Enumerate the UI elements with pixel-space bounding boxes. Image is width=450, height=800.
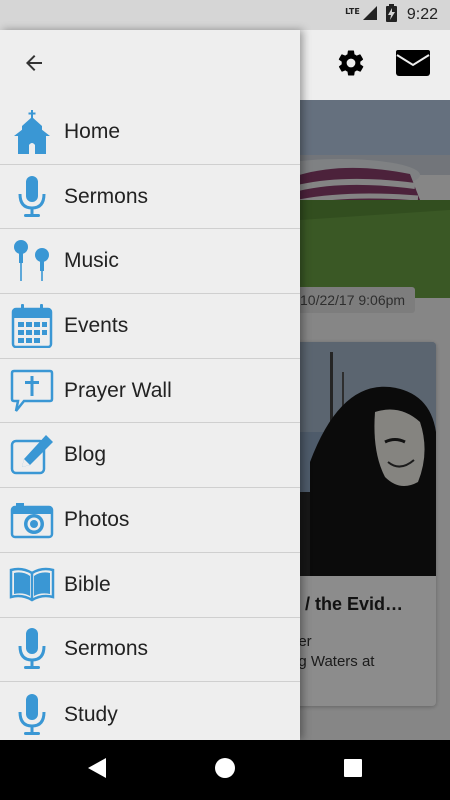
calendar-icon — [0, 294, 64, 358]
menu-item-music[interactable]: Music — [0, 229, 300, 295]
microphone-icon — [0, 683, 64, 740]
menu-item-photos[interactable]: Photos — [0, 488, 300, 553]
navigation-drawer: Home Sermons Music Events Prayer Wall Bl… — [0, 30, 300, 740]
nav-back-button[interactable] — [82, 755, 112, 785]
menu-item-sermons[interactable]: Sermons — [0, 164, 300, 230]
mail-button[interactable] — [396, 50, 430, 80]
arrow-left-icon — [22, 51, 46, 79]
edit-icon — [0, 423, 64, 487]
open-book-icon — [0, 553, 64, 617]
menu-item-label: Events — [64, 313, 129, 337]
menu-item-blog[interactable]: Blog — [0, 423, 300, 489]
menu-item-label: Sermons — [64, 184, 149, 208]
menu-item-label: Prayer Wall — [64, 378, 172, 402]
menu-item-label: Music — [64, 249, 119, 273]
menu-item-label: Blog — [64, 443, 107, 467]
system-nav-bar — [0, 740, 450, 800]
home-circle-icon — [214, 757, 236, 783]
microphone-icon — [0, 617, 64, 681]
menu-item-label: Bible — [64, 572, 111, 596]
menu-item-label: Photos — [64, 507, 130, 531]
nav-home-button[interactable] — [210, 755, 240, 785]
church-icon — [0, 100, 64, 164]
header-actions — [336, 48, 430, 82]
microphone-icon — [0, 165, 64, 229]
back-button[interactable] — [14, 47, 54, 83]
menu-item-prayer-wall[interactable]: Prayer Wall — [0, 358, 300, 424]
status-bar: LTE 9:22 — [0, 0, 450, 30]
menu-item-label: Study — [64, 702, 118, 726]
menu-item-label: Home — [64, 119, 121, 143]
settings-button[interactable] — [336, 48, 366, 82]
clock: 9:22 — [406, 6, 438, 23]
recents-square-icon — [344, 759, 362, 781]
nav-recents-button[interactable] — [338, 755, 368, 785]
camera-icon — [0, 488, 64, 552]
envelope-icon — [396, 50, 430, 80]
menu-item-study[interactable]: Study — [0, 682, 300, 740]
back-triangle-icon — [87, 757, 107, 783]
prayer-bubble-icon — [0, 359, 64, 423]
network-type: LTE — [345, 6, 360, 16]
menu-item-home[interactable]: Home — [0, 100, 300, 165]
earbuds-icon — [0, 229, 64, 293]
battery-icon — [385, 4, 397, 26]
menu-item-label: Sermons — [64, 637, 149, 661]
menu-item-events[interactable]: Events — [0, 294, 300, 359]
signal-icon — [362, 5, 378, 25]
menu-item-bible[interactable]: Bible — [0, 552, 300, 618]
gear-icon — [336, 48, 366, 82]
drawer-header — [0, 30, 300, 100]
menu-item-sermons-2[interactable]: Sermons — [0, 617, 300, 683]
